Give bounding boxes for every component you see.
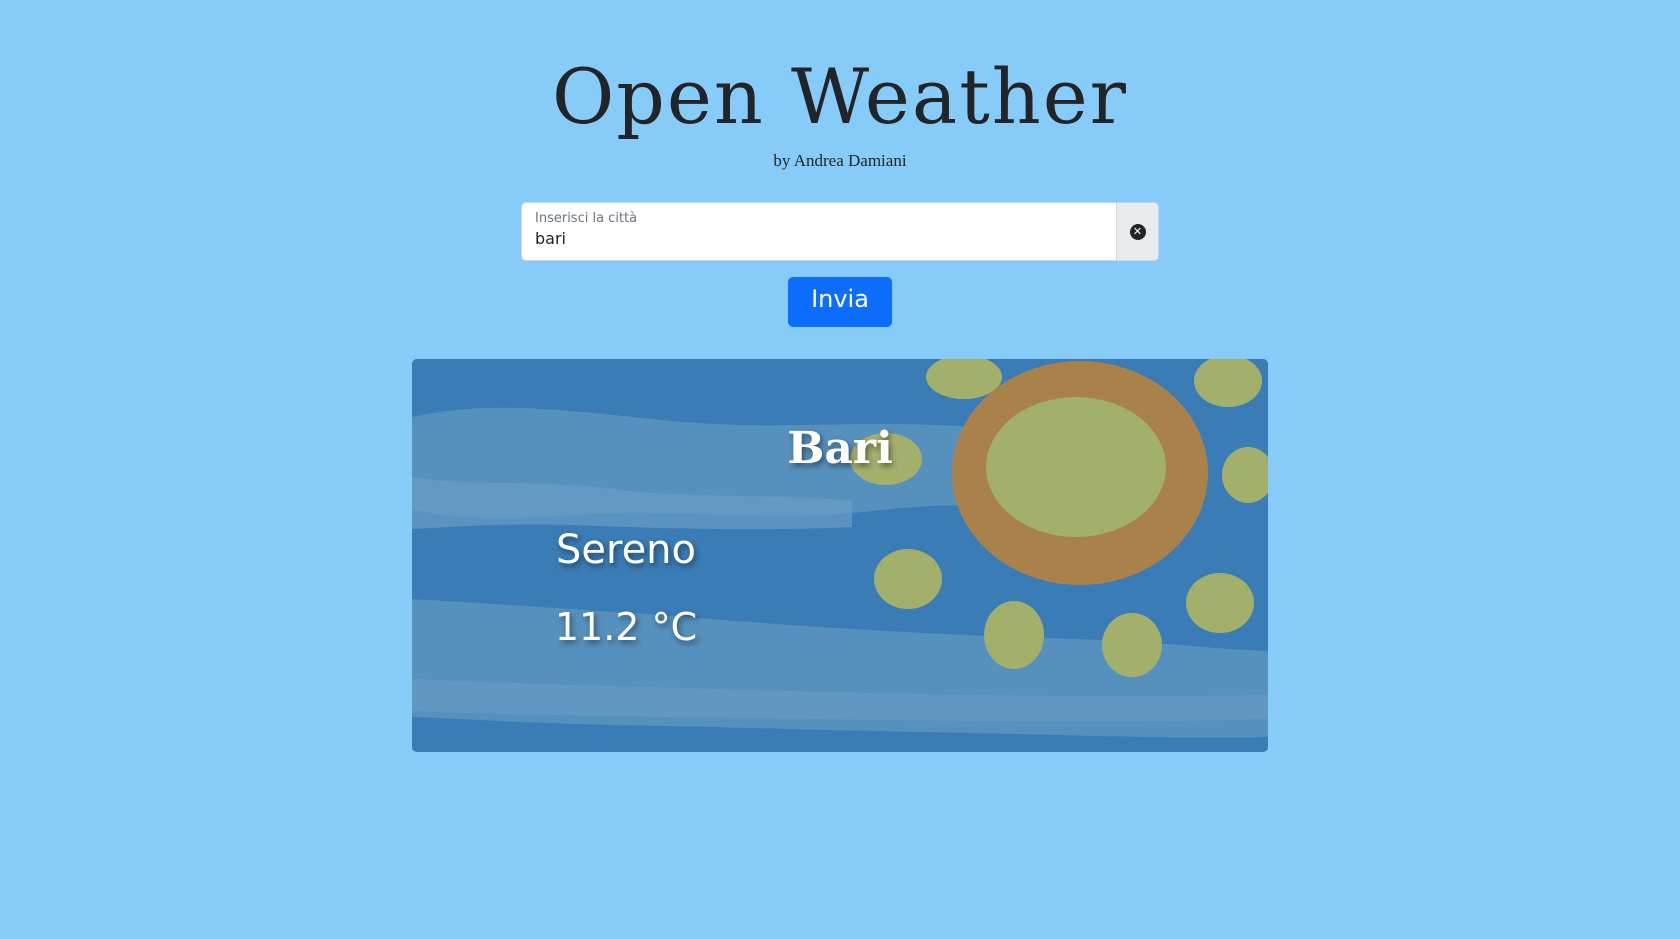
- clear-search-button[interactable]: ✕: [1116, 203, 1158, 260]
- submit-button[interactable]: Invia: [788, 277, 892, 327]
- weather-condition: Sereno: [556, 527, 696, 573]
- author-byline: by Andrea Damiani: [773, 151, 907, 170]
- city-name: Bari: [787, 423, 893, 474]
- city-search-field[interactable]: Inserisci la città: [522, 203, 1116, 260]
- close-circle-icon: ✕: [1129, 223, 1146, 240]
- city-search-input[interactable]: [535, 229, 1095, 248]
- city-search-group: Inserisci la città ✕: [522, 203, 1158, 260]
- temperature-value: 11.2 °C: [554, 605, 698, 649]
- app-title: Open Weather: [551, 52, 1129, 141]
- city-search-label: Inserisci la città: [535, 211, 638, 226]
- weather-card: Bari Sereno 11.2 °C: [412, 359, 1268, 752]
